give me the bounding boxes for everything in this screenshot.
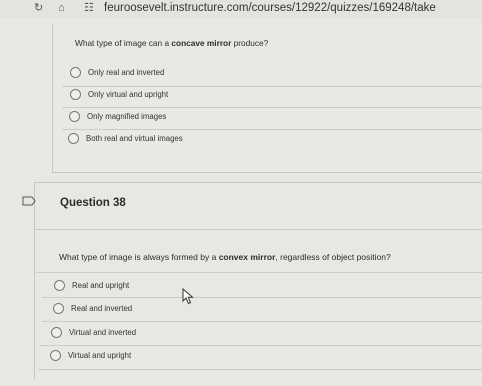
divider <box>40 345 482 346</box>
reload-icon[interactable]: ↻ <box>34 2 43 14</box>
answer-label: Only virtual and upright <box>88 90 169 99</box>
answer-option[interactable]: Real and inverted <box>53 303 132 314</box>
radio-button[interactable] <box>53 303 64 314</box>
flag-question-icon[interactable] <box>22 196 36 206</box>
answer-option[interactable]: Both real and virtual images <box>68 133 183 144</box>
question-text-previous: What type of image can a concave mirror … <box>75 38 269 48</box>
answer-label: Real and upright <box>72 281 130 290</box>
answer-option[interactable]: Only real and inverted <box>70 67 164 78</box>
browser-address-bar: ↻ ⌂ ☷ feuroosevelt.instructure.com/cours… <box>0 0 482 18</box>
radio-button[interactable] <box>50 350 61 361</box>
answer-option[interactable]: Virtual and upright <box>50 350 131 361</box>
site-info-icon[interactable]: ☷ <box>84 2 94 14</box>
radio-button[interactable] <box>69 111 80 122</box>
divider <box>62 129 482 130</box>
divider <box>62 86 482 87</box>
divider <box>36 272 482 273</box>
answer-label: Real and inverted <box>71 304 133 313</box>
question-text: What type of image is always formed by a… <box>59 252 391 262</box>
answer-label: Virtual and upright <box>68 351 132 360</box>
answer-option[interactable]: Real and upright <box>54 280 129 291</box>
mouse-cursor-icon <box>182 288 194 305</box>
quiz-page: ↻ ⌂ ☷ feuroosevelt.instructure.com/cours… <box>0 0 482 386</box>
question-title: Question 38 <box>60 197 126 209</box>
answer-label: Virtual and inverted <box>69 328 137 337</box>
answer-option[interactable]: Only magnified images <box>69 111 166 122</box>
answer-label: Only magnified images <box>87 112 167 121</box>
divider <box>42 321 482 322</box>
radio-button[interactable] <box>70 67 81 78</box>
answer-label: Both real and virtual images <box>86 134 183 143</box>
divider <box>62 107 482 108</box>
radio-button[interactable] <box>54 280 65 291</box>
radio-button[interactable] <box>68 133 79 144</box>
radio-button[interactable] <box>51 327 62 338</box>
answer-label: Only real and inverted <box>88 68 165 77</box>
radio-button[interactable] <box>70 89 81 100</box>
answer-option[interactable]: Only virtual and upright <box>70 89 168 100</box>
divider <box>38 369 482 370</box>
divider <box>42 297 482 298</box>
home-icon[interactable]: ⌂ <box>58 2 65 14</box>
answer-option[interactable]: Virtual and inverted <box>51 327 136 338</box>
url-text[interactable]: feuroosevelt.instructure.com/courses/129… <box>104 2 436 14</box>
